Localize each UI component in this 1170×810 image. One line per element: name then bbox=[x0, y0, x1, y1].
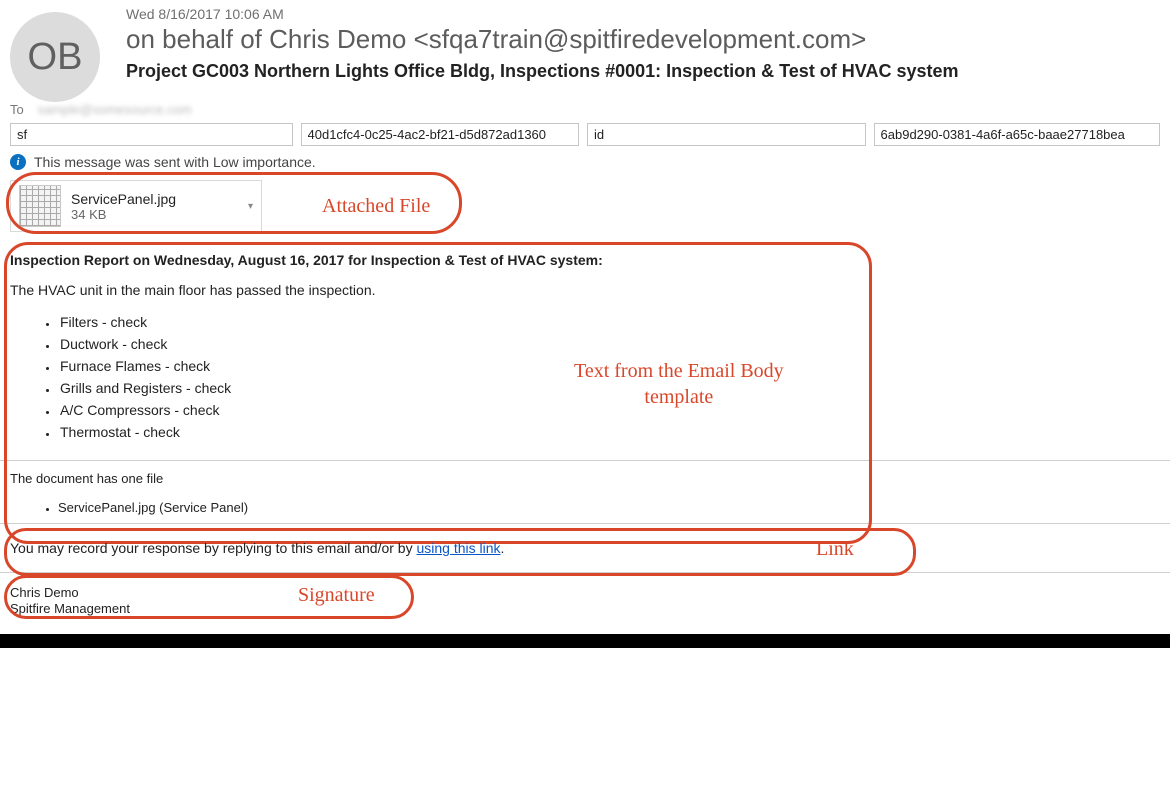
bottom-bar bbox=[0, 634, 1170, 648]
chevron-down-icon[interactable]: ▾ bbox=[248, 201, 253, 212]
respond-text-prefix: You may record your response by replying… bbox=[10, 540, 416, 556]
meta-label-1[interactable] bbox=[10, 123, 293, 146]
attachment-tile[interactable]: ServicePanel.jpg 34 KB ▾ bbox=[10, 180, 262, 232]
signature-company: Spitfire Management bbox=[10, 601, 1160, 617]
attachment-info: ServicePanel.jpg 34 KB bbox=[71, 191, 176, 222]
respond-link[interactable]: using this link bbox=[416, 540, 500, 556]
meta-value-2[interactable] bbox=[874, 123, 1160, 146]
doc-files-list: ServicePanel.jpg (Service Panel) bbox=[0, 500, 1170, 515]
check-item: Ductwork - check bbox=[58, 336, 1160, 352]
report-intro: The HVAC unit in the main floor has pass… bbox=[10, 282, 1160, 298]
email-header: OB Wed 8/16/2017 10:06 AM on behalf of C… bbox=[0, 0, 1170, 102]
annotation-label-attached: Attached File bbox=[322, 195, 430, 218]
annotation-label-body: Text from the Email Bodytemplate bbox=[574, 358, 784, 410]
respond-row: Link You may record your response by rep… bbox=[0, 528, 1170, 568]
email-from: on behalf of Chris Demo <sfqa7train@spit… bbox=[126, 24, 1160, 55]
email-body: Text from the Email Bodytemplate Inspect… bbox=[0, 242, 1170, 456]
doc-file-item: ServicePanel.jpg (Service Panel) bbox=[58, 500, 1170, 515]
email-subject: Project GC003 Northern Lights Office Bld… bbox=[126, 61, 1160, 82]
attachment-size: 34 KB bbox=[71, 207, 176, 222]
importance-text: This message was sent with Low importanc… bbox=[34, 154, 316, 170]
signature-name: Chris Demo bbox=[10, 585, 1160, 601]
separator bbox=[0, 523, 1170, 524]
to-label: To bbox=[10, 102, 24, 117]
separator bbox=[0, 572, 1170, 573]
report-title: Inspection Report on Wednesday, August 1… bbox=[10, 252, 1160, 268]
to-row: To sample@somesource.com bbox=[0, 102, 1170, 123]
signature-block: Signature Chris Demo Spitfire Management bbox=[0, 577, 1170, 634]
attachment-filename: ServicePanel.jpg bbox=[71, 191, 176, 207]
importance-banner: i This message was sent with Low importa… bbox=[0, 152, 1170, 176]
sender-avatar: OB bbox=[10, 12, 100, 102]
email-date: Wed 8/16/2017 10:06 AM bbox=[126, 6, 1160, 22]
metadata-fields bbox=[0, 123, 1170, 146]
attachment-thumbnail bbox=[19, 185, 61, 227]
meta-value-1[interactable] bbox=[301, 123, 580, 146]
header-text: Wed 8/16/2017 10:06 AM on behalf of Chri… bbox=[126, 6, 1160, 88]
annotation-label-signature: Signature bbox=[298, 583, 375, 608]
to-value: sample@somesource.com bbox=[38, 102, 192, 117]
doc-files-intro: The document has one file bbox=[0, 465, 1170, 492]
meta-label-2[interactable] bbox=[587, 123, 866, 146]
separator bbox=[0, 460, 1170, 461]
respond-text-suffix: . bbox=[501, 540, 505, 556]
annotation-label-link: Link bbox=[816, 538, 854, 561]
info-icon: i bbox=[10, 154, 26, 170]
check-item: Thermostat - check bbox=[58, 424, 1160, 440]
check-item: Filters - check bbox=[58, 314, 1160, 330]
